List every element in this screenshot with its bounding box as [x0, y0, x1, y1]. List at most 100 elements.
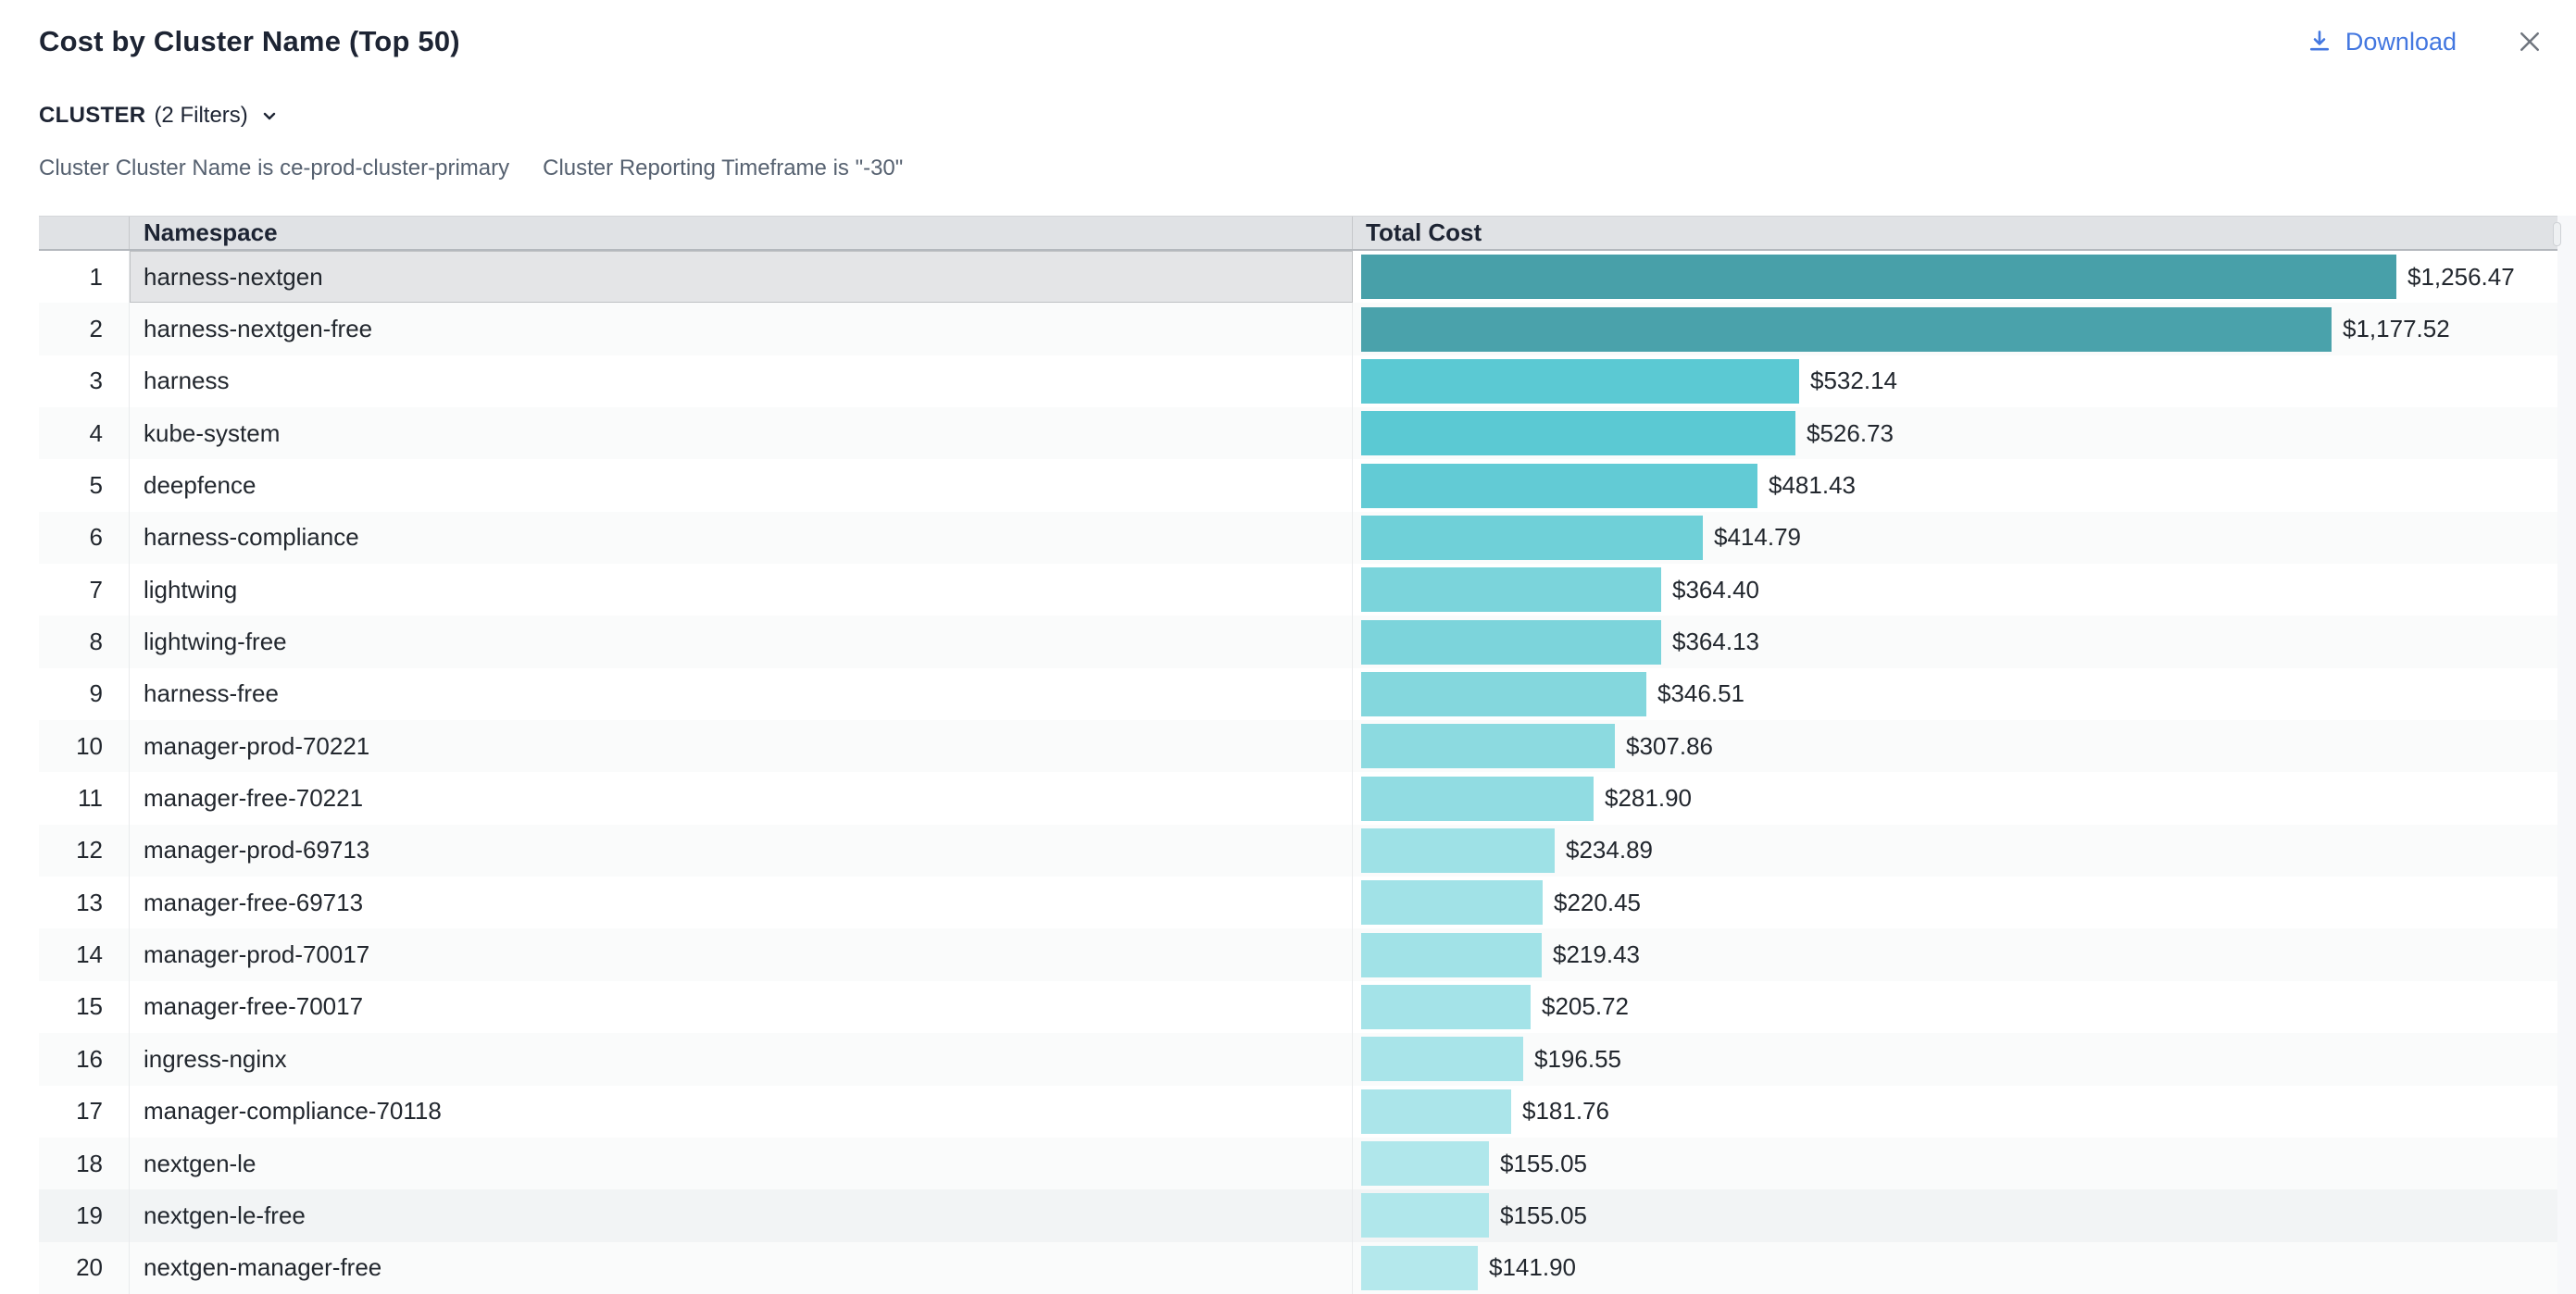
row-cost-label: $526.73 — [1807, 419, 1894, 448]
cost-bar[interactable] — [1361, 724, 1615, 768]
row-rank: 12 — [39, 825, 130, 877]
cost-bar[interactable] — [1361, 620, 1661, 665]
cost-bar[interactable] — [1361, 933, 1542, 977]
row-namespace[interactable]: nextgen-le-free — [130, 1189, 1353, 1241]
row-namespace[interactable]: nextgen-le — [130, 1138, 1353, 1189]
row-namespace[interactable]: manager-free-70017 — [130, 981, 1353, 1033]
row-rank: 9 — [39, 668, 130, 720]
row-namespace[interactable]: harness-free — [130, 668, 1353, 720]
cost-bar[interactable] — [1361, 307, 2332, 352]
row-namespace[interactable]: harness-nextgen-free — [130, 303, 1353, 355]
cost-bar[interactable] — [1361, 1037, 1523, 1081]
grid-header: Namespace Total Cost — [39, 216, 2557, 251]
row-cost-cell: $481.43 — [1353, 459, 2557, 511]
row-namespace[interactable]: nextgen-manager-free — [130, 1242, 1353, 1294]
vertical-scrollbar-thumb[interactable] — [2553, 222, 2561, 246]
row-cost-cell: $364.40 — [1353, 564, 2557, 616]
row-namespace[interactable]: manager-prod-69713 — [130, 825, 1353, 877]
table-row[interactable]: 2 harness-nextgen-free $1,177.52 — [39, 303, 2557, 355]
total-cost-column-label: Total Cost — [1366, 218, 1482, 247]
table-row[interactable]: 4 kube-system $526.73 — [39, 407, 2557, 459]
cost-bar[interactable] — [1361, 567, 1661, 612]
table-row[interactable]: 10 manager-prod-70221 $307.86 — [39, 720, 2557, 772]
row-cost-label: $141.90 — [1489, 1253, 1576, 1282]
row-rank: 5 — [39, 459, 130, 511]
table-row[interactable]: 18 nextgen-le $155.05 — [39, 1138, 2557, 1189]
cost-bar[interactable] — [1361, 985, 1531, 1029]
table-row[interactable]: 16 ingress-nginx $196.55 — [39, 1033, 2557, 1085]
row-namespace[interactable]: harness-nextgen — [130, 251, 1353, 303]
table-row[interactable]: 11 manager-free-70221 $281.90 — [39, 772, 2557, 824]
table-row[interactable]: 15 manager-free-70017 $205.72 — [39, 981, 2557, 1033]
cost-bar[interactable] — [1361, 1141, 1489, 1186]
row-rank: 3 — [39, 355, 130, 407]
close-button[interactable] — [2516, 28, 2544, 56]
table-row[interactable]: 8 lightwing-free $364.13 — [39, 616, 2557, 667]
row-namespace[interactable]: ingress-nginx — [130, 1033, 1353, 1085]
row-rank: 1 — [39, 251, 130, 303]
table-row[interactable]: 5 deepfence $481.43 — [39, 459, 2557, 511]
row-namespace[interactable]: kube-system — [130, 407, 1353, 459]
cost-bar[interactable] — [1361, 828, 1555, 873]
row-cost-label: $205.72 — [1542, 992, 1629, 1021]
table-row[interactable]: 14 manager-prod-70017 $219.43 — [39, 928, 2557, 980]
cost-bar[interactable] — [1361, 464, 1757, 508]
row-namespace[interactable]: lightwing-free — [130, 616, 1353, 667]
header-cell-namespace[interactable]: Namespace — [130, 217, 1353, 249]
download-button[interactable]: Download — [2306, 28, 2457, 56]
row-rank: 20 — [39, 1242, 130, 1294]
row-cost-cell: $155.05 — [1353, 1138, 2557, 1189]
table-row[interactable]: 20 nextgen-manager-free $141.90 — [39, 1242, 2557, 1294]
table-row[interactable]: 7 lightwing $364.40 — [39, 564, 2557, 616]
cost-bar[interactable] — [1361, 1246, 1478, 1290]
grid-body: 1 harness-nextgen $1,256.47 2 harness-ne… — [39, 251, 2557, 1294]
row-cost-cell: $532.14 — [1353, 355, 2557, 407]
cost-bar[interactable] — [1361, 411, 1795, 455]
row-namespace[interactable]: manager-free-69713 — [130, 877, 1353, 928]
filter-group-toggle[interactable]: CLUSTER (2 Filters) — [39, 100, 281, 131]
table-row[interactable]: 13 manager-free-69713 $220.45 — [39, 877, 2557, 928]
table-row[interactable]: 3 harness $532.14 — [39, 355, 2557, 407]
download-label: Download — [2345, 28, 2457, 56]
filter-item-cluster-name: Cluster Cluster Name is ce-prod-cluster-… — [39, 156, 509, 181]
row-cost-label: $414.79 — [1714, 523, 1801, 552]
table-row[interactable]: 12 manager-prod-69713 $234.89 — [39, 825, 2557, 877]
table-row[interactable]: 1 harness-nextgen $1,256.47 — [39, 251, 2557, 303]
table-row[interactable]: 6 harness-compliance $414.79 — [39, 512, 2557, 564]
row-rank: 4 — [39, 407, 130, 459]
table-row[interactable]: 9 harness-free $346.51 — [39, 668, 2557, 720]
cost-bar[interactable] — [1361, 1193, 1489, 1238]
header-cell-total-cost[interactable]: Total Cost — [1353, 217, 2557, 249]
row-namespace[interactable]: manager-free-70221 — [130, 772, 1353, 824]
row-namespace[interactable]: harness — [130, 355, 1353, 407]
row-rank: 11 — [39, 772, 130, 824]
row-rank: 6 — [39, 512, 130, 564]
row-rank: 16 — [39, 1033, 130, 1085]
cost-bar[interactable] — [1361, 777, 1594, 821]
row-namespace[interactable]: manager-compliance-70118 — [130, 1086, 1353, 1138]
row-cost-label: $532.14 — [1810, 367, 1897, 395]
filter-item-timeframe: Cluster Reporting Timeframe is "-30" — [543, 156, 903, 181]
table-row[interactable]: 19 nextgen-le-free $155.05 — [39, 1189, 2557, 1241]
cost-bar[interactable] — [1361, 255, 2396, 299]
topbar: Cost by Cluster Name (Top 50) Download — [39, 20, 2544, 63]
cost-bar[interactable] — [1361, 672, 1646, 716]
row-rank: 8 — [39, 616, 130, 667]
row-namespace[interactable]: deepfence — [130, 459, 1353, 511]
table-row[interactable]: 17 manager-compliance-70118 $181.76 — [39, 1086, 2557, 1138]
cost-bar[interactable] — [1361, 359, 1799, 404]
filter-count-label: (2 Filters) — [154, 103, 247, 129]
row-namespace[interactable]: manager-prod-70017 — [130, 928, 1353, 980]
cost-bar[interactable] — [1361, 1089, 1511, 1134]
row-namespace[interactable]: lightwing — [130, 564, 1353, 616]
header-cell-rank — [39, 217, 130, 249]
row-namespace[interactable]: manager-prod-70221 — [130, 720, 1353, 772]
cost-bar[interactable] — [1361, 880, 1543, 925]
filter-group-label: CLUSTER — [39, 103, 145, 129]
row-cost-label: $155.05 — [1500, 1150, 1587, 1178]
cost-bar[interactable] — [1361, 516, 1703, 560]
row-namespace[interactable]: harness-compliance — [130, 512, 1353, 564]
row-rank: 18 — [39, 1138, 130, 1189]
row-cost-label: $220.45 — [1554, 889, 1641, 917]
row-cost-label: $155.05 — [1500, 1201, 1587, 1230]
